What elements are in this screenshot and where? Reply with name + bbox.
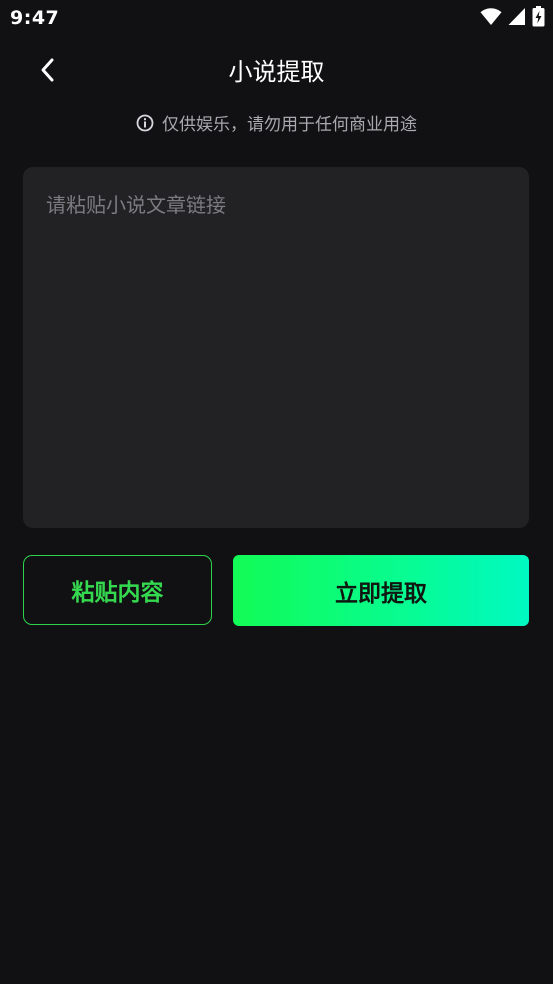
header: 小说提取 (0, 44, 553, 96)
link-input[interactable] (23, 167, 529, 528)
link-input-box (23, 167, 529, 528)
extract-now-button[interactable]: 立即提取 (233, 555, 529, 626)
signal-icon (508, 8, 525, 25)
status-icons (480, 6, 545, 27)
battery-charging-icon (532, 6, 545, 27)
wifi-icon (480, 8, 502, 25)
status-bar: 9:47 (0, 0, 553, 36)
disclaimer-notice: 仅供娱乐，请勿用于任何商业用途 (0, 110, 553, 135)
status-time: 9:47 (10, 7, 60, 29)
paste-content-button[interactable]: 粘贴内容 (23, 555, 212, 625)
disclaimer-text: 仅供娱乐，请勿用于任何商业用途 (162, 115, 417, 135)
page-title: 小说提取 (228, 58, 325, 86)
info-icon (136, 114, 154, 131)
